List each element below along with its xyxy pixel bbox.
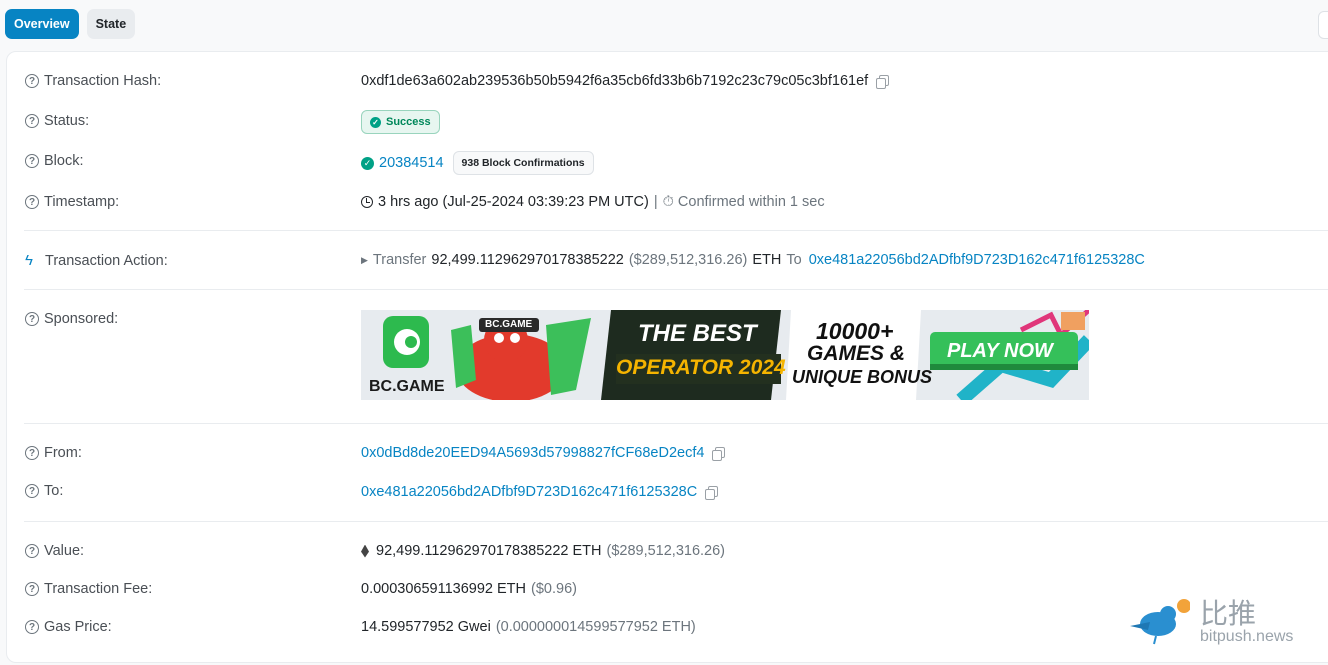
ad-promo-2: GAMES & <box>807 342 906 365</box>
timestamp-value: 3 hrs ago (Jul-25-2024 03:39:23 PM UTC) <box>378 194 649 210</box>
transaction-hash[interactable]: 0xdf1de63a602ab239536b50b5942f6a35cb6fd3… <box>361 73 868 89</box>
from-address-link[interactable]: 0x0dBd8de20EED94A5693d57998827fCF68eD2ec… <box>361 445 704 461</box>
tab-overview[interactable]: Overview <box>5 9 79 39</box>
status-label-text: Status: <box>44 113 90 129</box>
bird-logo-icon <box>1130 599 1190 645</box>
fee-label: ? Transaction Fee: <box>25 581 152 597</box>
caret-right-icon: ▶ <box>361 254 368 265</box>
status-value-row: ✓ Success <box>361 110 440 134</box>
to-value-row: 0xe481a22056bd2ADfbf9D723D162c471f612532… <box>361 484 719 500</box>
from-label-text: From: <box>44 445 82 461</box>
sponsored-label: ? Sponsored: <box>25 311 118 327</box>
ad-play-now-button[interactable]: PLAY NOW <box>947 340 1053 363</box>
action-to-address-link[interactable]: 0xe481a22056bd2ADfbf9D723D162c471f612532… <box>809 252 1145 268</box>
action-amount: 92,499.112962970178385222 <box>431 252 624 268</box>
to-label-text: To: <box>44 483 64 499</box>
divider <box>24 230 1328 231</box>
fee-row: 0.000306591136992 ETH ($0.96) <box>361 581 577 597</box>
block-label: ? Block: <box>25 153 84 169</box>
copy-icon[interactable] <box>705 485 719 500</box>
ethereum-icon <box>361 544 369 558</box>
timestamp-label-text: Timestamp: <box>44 194 120 210</box>
stopwatch-icon: ⏱ <box>662 194 674 210</box>
divider <box>24 289 1328 290</box>
help-icon[interactable]: ? <box>25 154 39 168</box>
ad-promo-3: UNIQUE BONUS <box>792 367 933 387</box>
help-icon[interactable]: ? <box>25 446 39 460</box>
block-label-text: Block: <box>44 153 84 169</box>
from-value-row: 0x0dBd8de20EED94A5693d57998827fCF68eD2ec… <box>361 445 726 461</box>
value-usd: ($289,512,316.26) <box>606 543 726 559</box>
status-text: Success <box>386 116 431 128</box>
status-label: ? Status: <box>25 113 89 129</box>
action-token: ETH <box>752 252 782 268</box>
value-label-text: Value: <box>44 543 85 559</box>
sponsored-label-text: Sponsored: <box>44 311 119 327</box>
help-icon[interactable]: ? <box>25 312 39 326</box>
ad-headline-1: THE BEST <box>638 320 757 347</box>
gas-label-text: Gas Price: <box>44 619 112 635</box>
help-icon[interactable]: ? <box>25 74 39 88</box>
hash-value-row: 0xdf1de63a602ab239536b50b5942f6a35cb6fd3… <box>361 73 890 89</box>
copy-icon[interactable] <box>712 446 726 461</box>
watermark: 比推 bitpush.news <box>1130 592 1320 652</box>
action-usd: ($289,512,316.26) <box>628 252 748 268</box>
check-circle-icon: ✓ <box>361 156 374 170</box>
block-number-link[interactable]: 20384514 <box>379 155 444 171</box>
ad-promo-1: 10000+ <box>816 318 894 344</box>
help-icon[interactable]: ? <box>25 484 39 498</box>
hash-label-text: Transaction Hash: <box>44 73 162 89</box>
to-label: ? To: <box>25 483 63 499</box>
value-amount: 92,499.112962970178385222 ETH <box>376 543 602 559</box>
fee-amount: 0.000306591136992 ETH <box>361 581 527 597</box>
check-circle-icon: ✓ <box>370 116 381 128</box>
divider <box>24 521 1328 522</box>
action-value-row: ▶ Transfer 92,499.112962970178385222 ($2… <box>361 252 1145 268</box>
confirmed-within: Confirmed within 1 sec <box>677 194 825 210</box>
gas-price-eth: (0.000000014599577952 ETH) <box>495 619 696 635</box>
help-icon[interactable]: ? <box>25 544 39 558</box>
help-icon[interactable]: ? <box>25 114 39 128</box>
fee-label-text: Transaction Fee: <box>44 581 153 597</box>
watermark-domain: bitpush.news <box>1200 628 1294 645</box>
tab-state[interactable]: State <box>86 9 136 39</box>
value-row: 92,499.112962970178385222 ETH ($289,512,… <box>361 543 725 559</box>
ad-mascot-sign: BC.GAME <box>485 319 533 330</box>
action-label-text: Transaction Action: <box>45 252 168 269</box>
fee-usd: ($0.96) <box>531 581 577 597</box>
hash-label: ? Transaction Hash: <box>25 73 161 89</box>
gas-price-gwei: 14.599577952 Gwei <box>361 619 491 635</box>
divider <box>24 423 1328 424</box>
action-to-word: To <box>786 252 802 268</box>
clock-icon <box>361 196 373 208</box>
gas-row: 14.599577952 Gwei (0.000000014599577952 … <box>361 619 696 635</box>
action-label: ϟ Transaction Action: <box>25 252 168 269</box>
sponsored-banner[interactable]: BC.GAME BC.GAME THE BEST OPERATOR 2024 1… <box>361 310 1089 400</box>
timestamp-label: ? Timestamp: <box>25 194 119 210</box>
help-icon[interactable]: ? <box>25 582 39 596</box>
timestamp-value-row: 3 hrs ago (Jul-25-2024 03:39:23 PM UTC) … <box>361 194 825 210</box>
help-icon[interactable]: ? <box>25 620 39 634</box>
more-options-button[interactable] <box>1318 11 1328 39</box>
action-verb: Transfer <box>372 252 427 268</box>
status-badge: ✓ Success <box>361 110 440 134</box>
to-address-link[interactable]: 0xe481a22056bd2ADfbf9D723D162c471f612532… <box>361 484 697 500</box>
watermark-cn: 比推 <box>1200 597 1257 630</box>
confirmations-badge: 938 Block Confirmations <box>452 151 594 175</box>
gas-label: ? Gas Price: <box>25 619 112 635</box>
from-label: ? From: <box>25 445 82 461</box>
tab-bar: Overview State <box>5 9 136 39</box>
separator: | <box>653 194 658 210</box>
lightning-icon: ϟ <box>25 252 33 269</box>
value-label: ? Value: <box>25 543 84 559</box>
ad-headline-2: OPERATOR 2024 <box>616 356 786 379</box>
help-icon[interactable]: ? <box>25 195 39 209</box>
copy-icon[interactable] <box>876 74 890 89</box>
block-value-row: ✓ 20384514 938 Block Confirmations <box>361 151 594 175</box>
ad-brand-text: BC.GAME <box>369 378 445 395</box>
